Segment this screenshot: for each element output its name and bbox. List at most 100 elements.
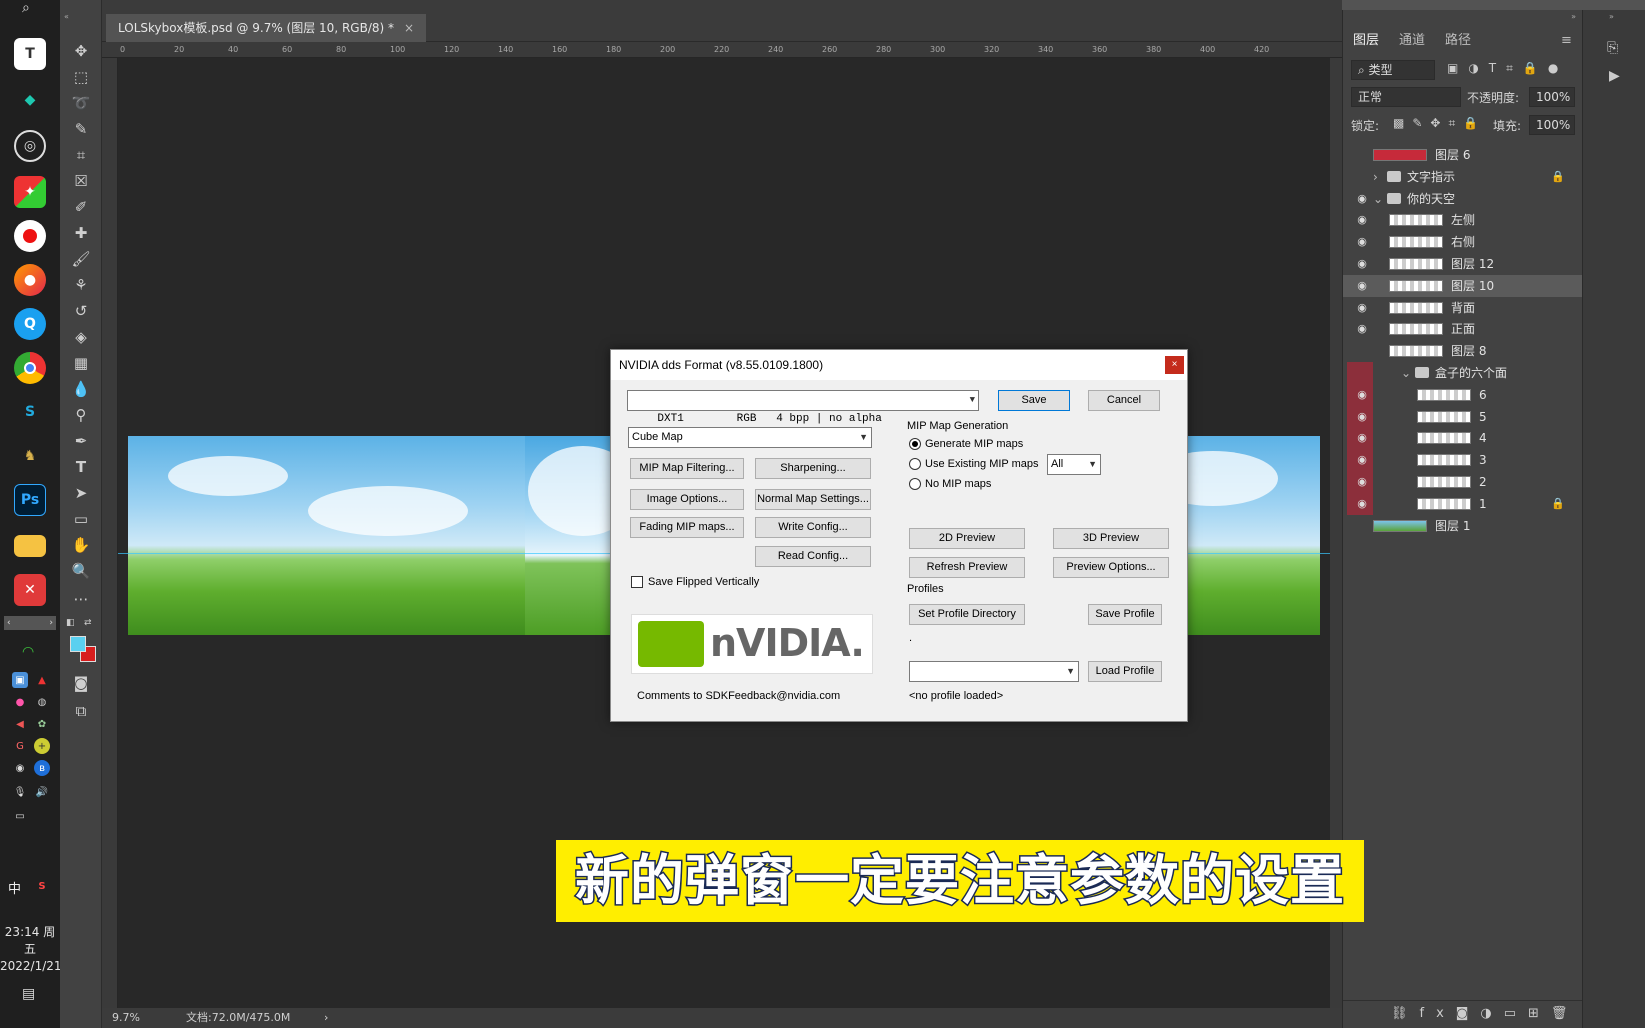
taskbar-clock[interactable]: 23:14 周五 2022/1/21: [0, 924, 62, 975]
blend-mode-select[interactable]: 正常: [1351, 87, 1461, 107]
path-select-tool-icon[interactable]: ➤: [69, 482, 93, 504]
eye-icon[interactable]: ◉: [1355, 431, 1369, 445]
zoom-tool-icon[interactable]: 🔍: [69, 560, 93, 582]
layer-row[interactable]: ◉ 左侧: [1343, 209, 1583, 231]
sharpening-button[interactable]: Sharpening...: [755, 458, 871, 479]
profile-select[interactable]: ▼: [909, 661, 1079, 682]
load-profile-button[interactable]: Load Profile: [1088, 661, 1162, 682]
lasso-tool-icon[interactable]: ➰: [69, 92, 93, 114]
photoshop-app-icon[interactable]: Ps: [14, 484, 46, 516]
use-existing-mip-radio[interactable]: [909, 458, 921, 470]
eye-icon[interactable]: ◉: [1355, 257, 1369, 271]
eye-icon[interactable]: ◉: [1355, 301, 1369, 315]
move-tool-icon[interactable]: ✥: [69, 40, 93, 62]
hand-tool-icon[interactable]: ✋: [69, 534, 93, 556]
history-brush-icon[interactable]: ↺: [69, 300, 93, 322]
save-profile-button[interactable]: Save Profile: [1088, 604, 1162, 625]
fill-input[interactable]: 100%: [1529, 115, 1575, 135]
set-profile-directory-button[interactable]: Set Profile Directory: [909, 604, 1025, 625]
app-icon-colorful[interactable]: ✦: [14, 176, 46, 208]
layer-row[interactable]: ◉ 3: [1343, 449, 1583, 472]
quick-mask-icon[interactable]: ◙: [69, 672, 93, 694]
generate-mip-radio[interactable]: [909, 438, 921, 450]
layer-row[interactable]: ◉ 图层 12: [1343, 253, 1583, 275]
eraser-tool-icon[interactable]: ◈: [69, 326, 93, 348]
read-config-button[interactable]: Read Config...: [755, 546, 871, 567]
image-options-button[interactable]: Image Options...: [630, 489, 744, 510]
chrome-app-icon[interactable]: [14, 352, 46, 384]
save-flipped-checkbox[interactable]: [631, 576, 643, 588]
filter-icons[interactable]: ▣◑T⌗🔒●: [1447, 61, 1568, 76]
crop-tool-icon[interactable]: ⌗: [69, 144, 93, 166]
layer-filter-select[interactable]: ⌕ 类型: [1351, 60, 1435, 80]
eye-icon[interactable]: [1355, 344, 1369, 358]
dock-collapse-icon[interactable]: »: [1609, 12, 1614, 21]
tray-icon-8[interactable]: +: [34, 738, 50, 754]
blur-tool-icon[interactable]: 💧: [69, 378, 93, 400]
network-icon[interactable]: ▭: [12, 808, 28, 824]
app-icon-teal[interactable]: ◆: [14, 84, 46, 116]
layer-row[interactable]: ◉ 图层 10: [1343, 274, 1583, 297]
layer-row[interactable]: ◉ 右侧: [1343, 231, 1583, 253]
foreground-color-swatch[interactable]: [70, 636, 86, 652]
document-tab[interactable]: LOLSkybox模板.psd @ 9.7% (图层 10, RGB/8) * ×: [106, 14, 427, 42]
eye-icon[interactable]: ◉: [1355, 388, 1369, 402]
close-tab-icon[interactable]: ×: [404, 21, 414, 35]
tray-icon-3[interactable]: ●: [12, 694, 28, 710]
fading-mip-maps-button[interactable]: Fading MIP maps...: [630, 517, 744, 538]
layer-row[interactable]: ◉ 5: [1343, 405, 1583, 428]
quick-select-tool-icon[interactable]: ✎: [69, 118, 93, 140]
pen-tool-icon[interactable]: ✒: [69, 430, 93, 452]
chevron-icon[interactable]: ›: [1373, 166, 1378, 188]
sogou-icon[interactable]: S: [34, 878, 50, 894]
2d-preview-button[interactable]: 2D Preview: [909, 528, 1025, 549]
normal-map-settings-button[interactable]: Normal Map Settings...: [755, 489, 871, 510]
default-colors-icon[interactable]: ◧: [66, 618, 75, 628]
gradient-tool-icon[interactable]: ▦: [69, 352, 93, 374]
layer-row[interactable]: ◉ 6: [1343, 383, 1583, 406]
no-mip-radio[interactable]: [909, 478, 921, 490]
eye-icon[interactable]: ◉: [1355, 279, 1369, 293]
tools-collapse[interactable]: «: [64, 12, 69, 21]
brush-tool-icon[interactable]: 🖌: [69, 248, 93, 270]
eye-icon[interactable]: ◉: [1355, 192, 1369, 206]
layer-row[interactable]: ◉ 背面: [1343, 297, 1583, 319]
layer-row[interactable]: › 文字指示 🔒: [1343, 166, 1583, 188]
frame-tool-icon[interactable]: ☒: [69, 170, 93, 192]
actions-panel-icon[interactable]: ▶: [1609, 68, 1620, 84]
swap-colors-icon[interactable]: ⇄: [84, 618, 92, 628]
healing-brush-icon[interactable]: ✚: [69, 222, 93, 244]
refresh-preview-button[interactable]: Refresh Preview: [909, 557, 1025, 578]
mip-map-filtering-button[interactable]: MIP Map Filtering...: [630, 458, 744, 479]
layer-row[interactable]: ◉ 正面: [1343, 318, 1583, 340]
texture-type-select[interactable]: Cube Map ▼: [628, 427, 872, 448]
tray-icon-7[interactable]: G: [12, 738, 28, 754]
notification-icon[interactable]: ▤: [22, 986, 35, 1002]
preview-options-button[interactable]: Preview Options...: [1053, 557, 1169, 578]
eye-icon[interactable]: [1355, 148, 1369, 162]
layer-row[interactable]: ◉ ⌄ 你的天空: [1343, 188, 1583, 210]
app-icon-gold[interactable]: ♞: [14, 440, 46, 472]
status-arrow-icon[interactable]: ›: [324, 1008, 328, 1028]
tray-icon-9[interactable]: ◉: [12, 760, 28, 776]
eye-icon[interactable]: ◉: [1355, 235, 1369, 249]
eye-icon[interactable]: [1355, 366, 1369, 380]
write-config-button[interactable]: Write Config...: [755, 517, 871, 538]
app-icon-s[interactable]: S: [14, 396, 46, 428]
eye-icon[interactable]: ◉: [1355, 213, 1369, 227]
document-size[interactable]: 文档:72.0M/475.0M: [186, 1008, 290, 1028]
tab-channels[interactable]: 通道: [1399, 28, 1425, 54]
type-tool-icon[interactable]: T: [69, 456, 93, 478]
eye-icon[interactable]: ◉: [1355, 410, 1369, 424]
file-explorer-icon[interactable]: [14, 535, 46, 557]
eye-icon[interactable]: ◉: [1355, 453, 1369, 467]
screen-mode-icon[interactable]: ⧉: [69, 700, 93, 722]
layer-row[interactable]: ⌄ 盒子的六个面: [1343, 362, 1583, 384]
layer-row[interactable]: 图层 1: [1343, 515, 1583, 537]
record-app-icon[interactable]: [14, 220, 46, 252]
history-panel-icon[interactable]: ⎘: [1607, 40, 1618, 56]
layer-row[interactable]: 图层 8: [1343, 340, 1583, 362]
dodge-tool-icon[interactable]: ⚲: [69, 404, 93, 426]
eye-icon[interactable]: ◉: [1355, 475, 1369, 489]
eye-icon[interactable]: ◉: [1355, 497, 1369, 511]
